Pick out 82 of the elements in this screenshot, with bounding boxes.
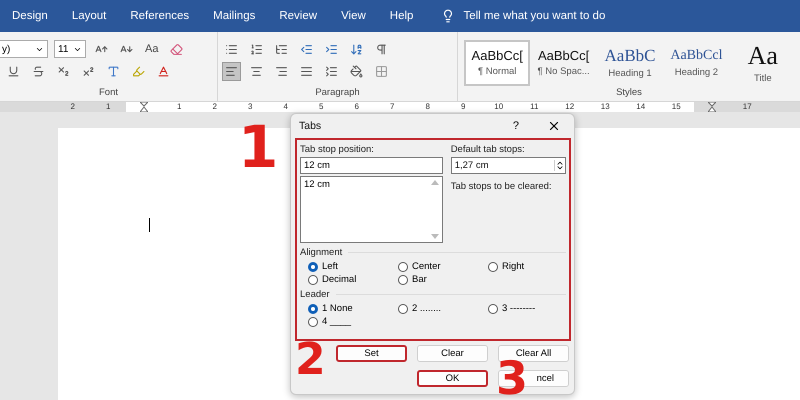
ruler-number: 17 [742, 102, 753, 112]
field-label: Tab stop position: [300, 144, 375, 155]
ruler-number: 2 [197, 102, 232, 112]
ruler-number: 14 [623, 102, 658, 112]
radio-option[interactable]: Right [488, 261, 568, 272]
style-name: Title [754, 72, 772, 84]
radio-option[interactable]: 1 None [308, 303, 398, 314]
ruler-number: 4 [268, 102, 304, 112]
style-sample: AaBbCc[ [472, 49, 523, 62]
dialog-button[interactable]: Set [336, 345, 407, 362]
ruler-number: 13 [588, 102, 623, 112]
ruler-number: 3 [232, 102, 268, 112]
ruler-number: 2 [70, 102, 76, 112]
ruler-number: 15 [658, 102, 694, 112]
ruler-number: 11 [516, 102, 552, 112]
align-icon [250, 64, 263, 78]
radio-option[interactable]: 3 -------- [488, 303, 568, 314]
text-cursor [149, 218, 150, 232]
group-label: Styles [615, 87, 643, 98]
ruler-number: 8 [410, 102, 446, 112]
ruler-number: 1 [162, 102, 197, 112]
style-item[interactable]: AaBbCc[ ¶ Normal [464, 40, 530, 86]
dialog-title: Tabs [299, 120, 322, 132]
step-number: 2 [295, 338, 326, 382]
indent-marker-icon[interactable] [140, 102, 148, 112]
list-item[interactable]: 12 cm [304, 179, 425, 190]
group-label: Paragraph [314, 87, 361, 98]
style-sample: AaBbC [604, 47, 656, 64]
dialog-button[interactable]: OK [417, 370, 488, 387]
tell-me-field[interactable]: Tell me what you want to do [463, 10, 606, 22]
default-tab-stops-spinner[interactable]: 1,27 cm [450, 157, 566, 174]
tab-stop-input[interactable]: 12 cm [300, 157, 443, 174]
help-button[interactable]: ? [512, 120, 519, 132]
radio-option[interactable]: Decimal [308, 274, 398, 285]
radio-option[interactable]: Bar [398, 274, 488, 285]
style-name: ¶ Normal [478, 66, 516, 77]
ruler-number: 7 [374, 102, 410, 112]
style-sample: Aa [748, 42, 778, 68]
align-icon [300, 64, 313, 78]
ribbon-tab[interactable]: Review [279, 10, 318, 22]
close-icon[interactable] [547, 119, 561, 133]
field-label: Default tab stops: [450, 144, 526, 155]
dialog-button[interactable]: Clear [417, 345, 488, 362]
ribbon-tab[interactable]: Help [390, 10, 414, 22]
style-name: Heading 2 [674, 66, 718, 78]
style-name: ¶ No Spac... [538, 66, 590, 77]
ruler-number: 1 [105, 102, 112, 112]
style-sample: AaBbCc[ [538, 49, 590, 62]
radio-option[interactable]: Left [308, 261, 398, 272]
ribbon-tab[interactable]: Layout [72, 10, 106, 22]
ruler-number: 6 [339, 102, 374, 112]
style-item[interactable]: AaBbCcl Heading 2 [663, 40, 730, 86]
ruler-number: 12 [552, 102, 588, 112]
change-case-button[interactable]: Aa [142, 40, 162, 58]
ribbon-tab[interactable]: View [341, 10, 366, 22]
style-item[interactable]: AaBbC Heading 1 [596, 40, 664, 86]
align-icon [275, 64, 288, 78]
style-sample: AaBbCcl [670, 48, 722, 62]
tab-stop-list[interactable]: 12 cm [300, 176, 443, 243]
indent-marker-icon[interactable] [708, 102, 716, 112]
group-label: Font [98, 87, 119, 98]
step-number: 1 [238, 118, 278, 176]
ruler-number: 10 [481, 102, 516, 112]
ribbon-tab[interactable]: Design [12, 10, 48, 22]
style-item[interactable]: AaBbCc[ ¶ No Spac... [530, 40, 597, 86]
font-size-field[interactable]: 11 [54, 40, 86, 58]
radio-option[interactable]: 2 ........ [398, 303, 488, 314]
radio-option[interactable]: 4 ____ [308, 316, 398, 327]
ruler-number: 5 [304, 102, 339, 112]
field-label: Tab stops to be cleared: [450, 181, 553, 192]
ruler-number: 9 [446, 102, 481, 112]
section-label: Alignment [300, 247, 342, 258]
ribbon-tab[interactable]: Mailings [213, 10, 256, 22]
section-label: Leader [300, 289, 330, 300]
style-item[interactable]: Aa Title [730, 40, 796, 86]
font-name-field[interactable]: y) [0, 40, 48, 58]
spin-arrows-icon[interactable] [554, 160, 565, 171]
radio-option[interactable]: Center [398, 261, 488, 272]
ribbon-tab[interactable]: References [130, 10, 190, 22]
style-name: Heading 1 [608, 68, 652, 79]
align-button[interactable] [222, 62, 241, 80]
align-icon [225, 64, 238, 78]
